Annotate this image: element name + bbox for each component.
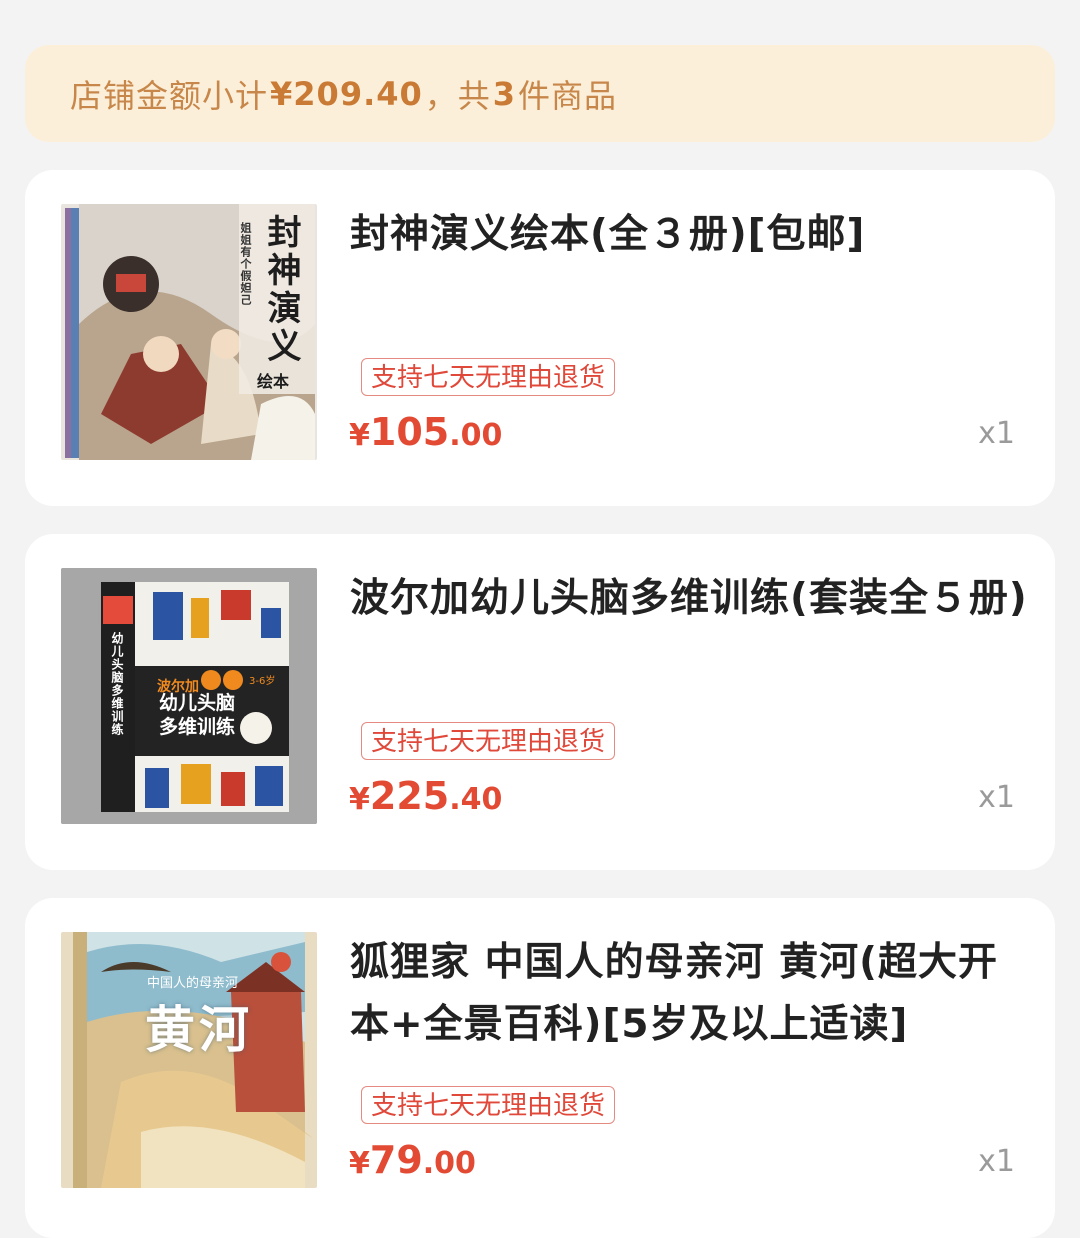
return-policy-tag: 支持七天无理由退货 (361, 1086, 616, 1124)
cover-title: 黄河 (145, 1000, 253, 1059)
price-currency: ¥ (349, 782, 370, 817)
price-integer: 105 (369, 410, 450, 454)
price-currency: ¥ (349, 418, 370, 453)
store-subtotal-bar: 店铺金额小计 ¥209.40 ，共 3 件商品 (25, 45, 1055, 142)
quantity: x1 (978, 416, 1015, 451)
cover-line2: 多维训练 (159, 716, 236, 738)
price-currency: ¥ (349, 1146, 370, 1181)
order-item-card[interactable]: 封神演义 绘本 姐姐有个假妲己 封神演义绘本(全３册)[包邮] 支持七天无理由退… (25, 170, 1055, 506)
cover-small-title: 中国人的母亲河 (147, 976, 239, 991)
return-policy-tag: 支持七天无理由退货 (361, 722, 616, 760)
product-image[interactable]: 中国人的母亲河 黄河 (61, 932, 317, 1188)
quantity: x1 (978, 1144, 1015, 1179)
cover-side-text: 姐姐有个假妲己 (239, 222, 252, 306)
cover-spine: 幼儿头脑多维训练 (110, 632, 124, 736)
cover-age: 3-6岁 (249, 676, 276, 687)
subtotal-label: 店铺金额小计 (70, 76, 269, 115)
cover-title: 封神演义 (261, 214, 301, 366)
order-item-card[interactable]: 中国人的母亲河 黄河 狐狸家 中国人的母亲河 黄河(超大开本+全景百科)[5岁及… (25, 898, 1055, 1238)
item-count-suffix: 件商品 (518, 76, 618, 115)
product-price: ¥225.40 (349, 774, 502, 818)
product-title[interactable]: 狐狸家 中国人的母亲河 黄河(超大开本+全景百科)[5岁及以上适读] (350, 932, 1035, 1056)
cover-line1: 幼儿头脑 (159, 692, 236, 714)
product-price: ¥79.00 (349, 1138, 476, 1182)
item-count: 3 (492, 74, 517, 113)
price-integer: 225 (369, 774, 450, 818)
cover-subtitle: 绘本 (257, 372, 290, 391)
price-decimal: .00 (449, 418, 503, 453)
price-integer: 79 (369, 1138, 423, 1182)
product-title[interactable]: 波尔加幼儿头脑多维训练(套装全５册) (350, 568, 1035, 630)
subtotal-sep: ，共 (424, 76, 491, 115)
product-price: ¥105.00 (349, 410, 502, 454)
return-policy-tag: 支持七天无理由退货 (361, 358, 616, 396)
price-decimal: .40 (449, 782, 503, 817)
product-image[interactable]: 封神演义 绘本 姐姐有个假妲己 (61, 204, 317, 460)
product-image[interactable]: 波尔加 幼儿头脑 多维训练 3-6岁 幼儿头脑多维训练 (61, 568, 317, 824)
subtotal-amount: ¥209.40 (270, 74, 423, 113)
product-title[interactable]: 封神演义绘本(全３册)[包邮] (350, 204, 1035, 266)
price-decimal: .00 (422, 1146, 476, 1181)
order-item-card[interactable]: 波尔加 幼儿头脑 多维训练 3-6岁 幼儿头脑多维训练 波尔加幼儿头脑多维训练(… (25, 534, 1055, 870)
quantity: x1 (978, 780, 1015, 815)
